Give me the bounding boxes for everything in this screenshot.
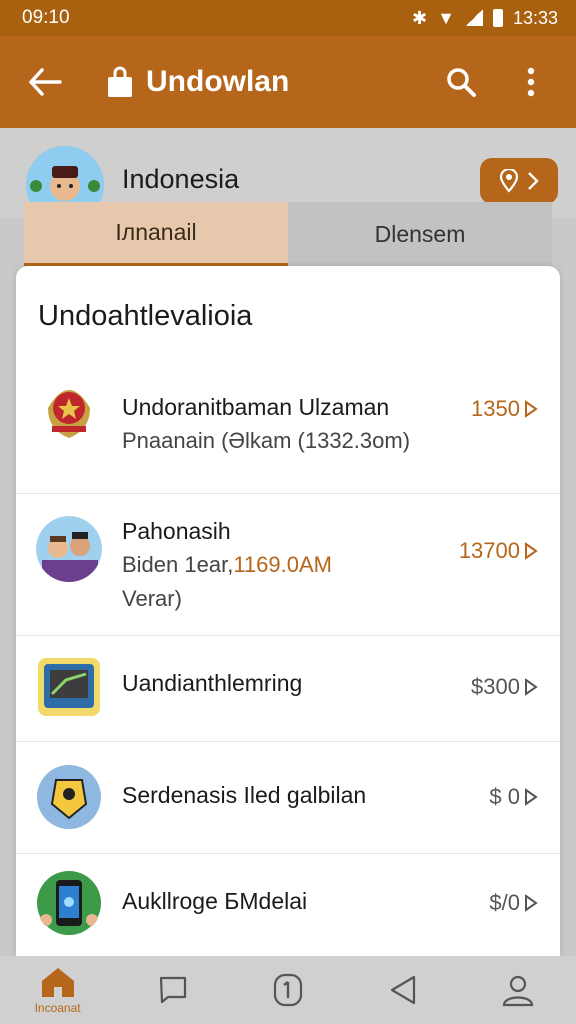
item-price-value: 13700 xyxy=(458,538,520,563)
item-title: Pahonasih xyxy=(122,518,231,544)
emblem-icon xyxy=(36,378,102,444)
signal-icon xyxy=(464,10,483,26)
item-title: Undoranitbaman Ulzaman xyxy=(122,394,390,420)
bottom-navigation: Incoanat xyxy=(0,956,576,1024)
tab-second[interactable]: Dlensem xyxy=(288,202,552,266)
play-arrow-icon xyxy=(525,678,538,696)
shopping-bag-icon xyxy=(106,65,134,99)
country-name: Indonesia xyxy=(122,164,240,194)
item-subtitle: Pnaanain (Əlkam (1332.3om) xyxy=(122,428,411,453)
item-price-value: $300 xyxy=(471,674,520,699)
message-icon xyxy=(159,976,186,1004)
play-arrow-icon xyxy=(525,894,538,912)
phone-icon xyxy=(36,870,102,936)
tab-first[interactable]: Iлnanail xyxy=(24,202,288,266)
status-time-right: 13:33 xyxy=(512,7,558,28)
more-options-icon[interactable] xyxy=(506,57,556,107)
people-icon xyxy=(36,516,102,582)
bluetooth-icon: ✱ xyxy=(412,7,428,28)
list-item[interactable]: Aukllroge БMdelai $/0 xyxy=(16,854,560,956)
item-subtitle-text: Biden 1ear, xyxy=(122,552,234,577)
item-subtitle-secondary: Verar) xyxy=(122,586,182,611)
item-title: Aukllroge БMdelai xyxy=(122,888,308,914)
item-price-value: 1350 xyxy=(471,396,520,421)
notification-icon xyxy=(273,973,303,1007)
play-arrow-icon xyxy=(525,400,538,418)
battery-icon xyxy=(492,9,503,27)
content-card: Undoahtlevalioia Undoranitbaman Ulzaman … xyxy=(16,266,560,956)
list-item[interactable]: Serdenasis Iled galbilan $ 0 xyxy=(16,742,560,854)
nav-profile-button[interactable] xyxy=(478,960,558,1020)
location-button[interactable] xyxy=(480,158,558,204)
item-price: 1350 xyxy=(471,396,538,422)
item-price: $300 xyxy=(471,674,538,700)
play-arrow-icon xyxy=(525,788,538,806)
app-title: Undowlan xyxy=(146,65,290,98)
item-price-value: $/0 xyxy=(489,890,520,915)
nav-notification-button[interactable] xyxy=(248,960,328,1020)
list-item[interactable]: Uandianthlemring $300 xyxy=(16,636,560,742)
nav-home-label: Incoanat xyxy=(34,1001,81,1015)
back-arrow-icon[interactable] xyxy=(20,57,70,107)
item-subtitle-time: 1169.0AM xyxy=(233,552,332,577)
play-arrow-icon xyxy=(525,542,538,560)
item-title: Uandianthlemring xyxy=(122,670,303,696)
tablet-icon xyxy=(36,654,102,720)
list-item[interactable]: Undoranitbaman Ulzaman Pnaanain (Əlkam (… xyxy=(16,358,560,494)
app-bar: Undowlan xyxy=(0,36,576,128)
nav-home-button[interactable]: Incoanat xyxy=(18,960,98,1020)
home-icon xyxy=(41,968,74,997)
badge-icon xyxy=(36,764,102,830)
item-subtitle: Biden 1ear,1169.0AM xyxy=(122,552,332,578)
nav-back-button[interactable] xyxy=(363,960,443,1020)
status-time-left: 09:10 xyxy=(22,7,70,28)
user-icon xyxy=(503,975,534,1007)
tab-bar: Iлnanail Dlensem xyxy=(24,202,552,266)
status-bar: 09:10 ✱ ▼ 13:33 xyxy=(0,0,576,36)
item-price: $/0 xyxy=(489,890,538,916)
item-price: 13700 xyxy=(459,538,538,564)
location-pin-icon xyxy=(499,169,519,193)
nav-messages-button[interactable] xyxy=(133,960,213,1020)
chevron-right-icon xyxy=(528,172,539,190)
card-title: Undoahtlevalioia xyxy=(38,300,253,332)
wifi-icon: ▼ xyxy=(437,7,455,28)
status-icons: ✱ ▼ 13:33 xyxy=(412,8,558,29)
item-title: Serdenasis Iled galbilan xyxy=(122,782,367,808)
back-triangle-icon xyxy=(391,975,416,1005)
item-price-value: $ 0 xyxy=(489,784,520,809)
list-item[interactable]: Pahonasih Biden 1ear,1169.0AM Verar) 137… xyxy=(16,494,560,636)
item-price: $ 0 xyxy=(489,784,538,810)
search-icon[interactable] xyxy=(436,57,486,107)
